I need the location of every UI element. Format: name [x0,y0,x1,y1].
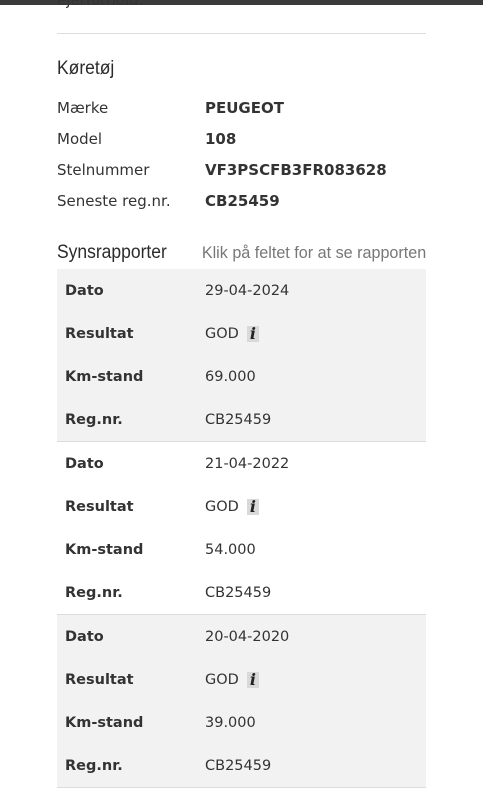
report-row-result: Resultat GOD i [57,658,426,701]
report-date: 20-04-2020 [205,628,290,645]
vehicle-value: 108 [205,129,237,148]
reports-hint: Klik på feltet for at se rapporten [201,243,426,262]
vehicle-row-regnr: Seneste reg.nr. CB25459 [57,185,437,216]
report-label: Km-stand [65,541,144,558]
report-row-date: Dato 20-04-2020 [57,615,426,658]
report-label: Dato [65,455,104,472]
report-result: GOD i [205,324,261,343]
vehicle-row-model: Model 108 [57,123,437,154]
report-reg: CB25459 [205,757,272,774]
section-divider [57,33,426,34]
report-row-km: Km-stand 69.000 [57,355,426,398]
vehicle-info: Mærke PEUGEOT Model 108 Stelnummer VF3PS… [57,92,437,216]
report-label: Km-stand [65,714,144,731]
truncated-text: ejerforhold. [57,0,144,9]
report-label: Reg.nr. [65,584,123,601]
vehicle-section-title: Køretøj [57,58,115,79]
report-label: Dato [65,628,104,645]
report-row-result: Resultat GOD i [57,312,426,355]
vehicle-row-brand: Mærke PEUGEOT [57,92,437,123]
report-result-text: GOD [205,671,239,688]
report-label: Reg.nr. [65,411,123,428]
report-row-result: Resultat GOD i [57,485,426,528]
report-row-reg: Reg.nr. CB25459 [57,398,426,441]
report-label: Resultat [65,498,134,515]
report-label: Resultat [65,325,134,342]
info-icon[interactable]: i [246,670,261,689]
report-reg: CB25459 [205,411,272,428]
info-icon[interactable]: i [246,497,261,516]
report-row-km: Km-stand 54.000 [57,528,426,571]
report-label: Km-stand [65,368,144,385]
report-label: Reg.nr. [65,757,123,774]
inspection-report[interactable]: Dato 20-04-2020 Resultat GOD i Km-stand … [57,615,426,788]
info-icon[interactable]: i [246,324,261,343]
report-km: 39.000 [205,714,256,731]
report-row-reg: Reg.nr. CB25459 [57,744,426,787]
vehicle-value: PEUGEOT [205,98,284,117]
report-row-date: Dato 21-04-2022 [57,442,426,485]
vehicle-row-vin: Stelnummer VF3PSCFB3FR083628 [57,154,437,185]
vehicle-label: Mærke [57,98,109,117]
report-row-km: Km-stand 39.000 [57,701,426,744]
report-km: 54.000 [205,541,256,558]
report-result-text: GOD [205,498,239,515]
report-label: Resultat [65,671,134,688]
inspection-report[interactable]: Dato 21-04-2022 Resultat GOD i Km-stand … [57,442,426,615]
report-row-reg: Reg.nr. CB25459 [57,571,426,614]
vehicle-label: Seneste reg.nr. [57,191,171,210]
vehicle-label: Model [57,129,103,148]
report-row-date: Dato 29-04-2024 [57,269,426,312]
report-result: GOD i [205,670,261,689]
report-date: 29-04-2024 [205,282,290,299]
vehicle-label: Stelnummer [57,160,150,179]
inspection-reports: Dato 29-04-2024 Resultat GOD i Km-stand … [57,269,426,788]
inspection-report[interactable]: Dato 29-04-2024 Resultat GOD i Km-stand … [57,269,426,442]
vehicle-value: CB25459 [205,191,280,210]
report-result-text: GOD [205,325,239,342]
report-date: 21-04-2022 [205,455,290,472]
report-label: Dato [65,282,104,299]
report-result: GOD i [205,497,261,516]
report-km: 69.000 [205,368,256,385]
reports-section-title: Synsrapporter [57,242,167,263]
vehicle-value: VF3PSCFB3FR083628 [205,160,387,179]
report-reg: CB25459 [205,584,272,601]
